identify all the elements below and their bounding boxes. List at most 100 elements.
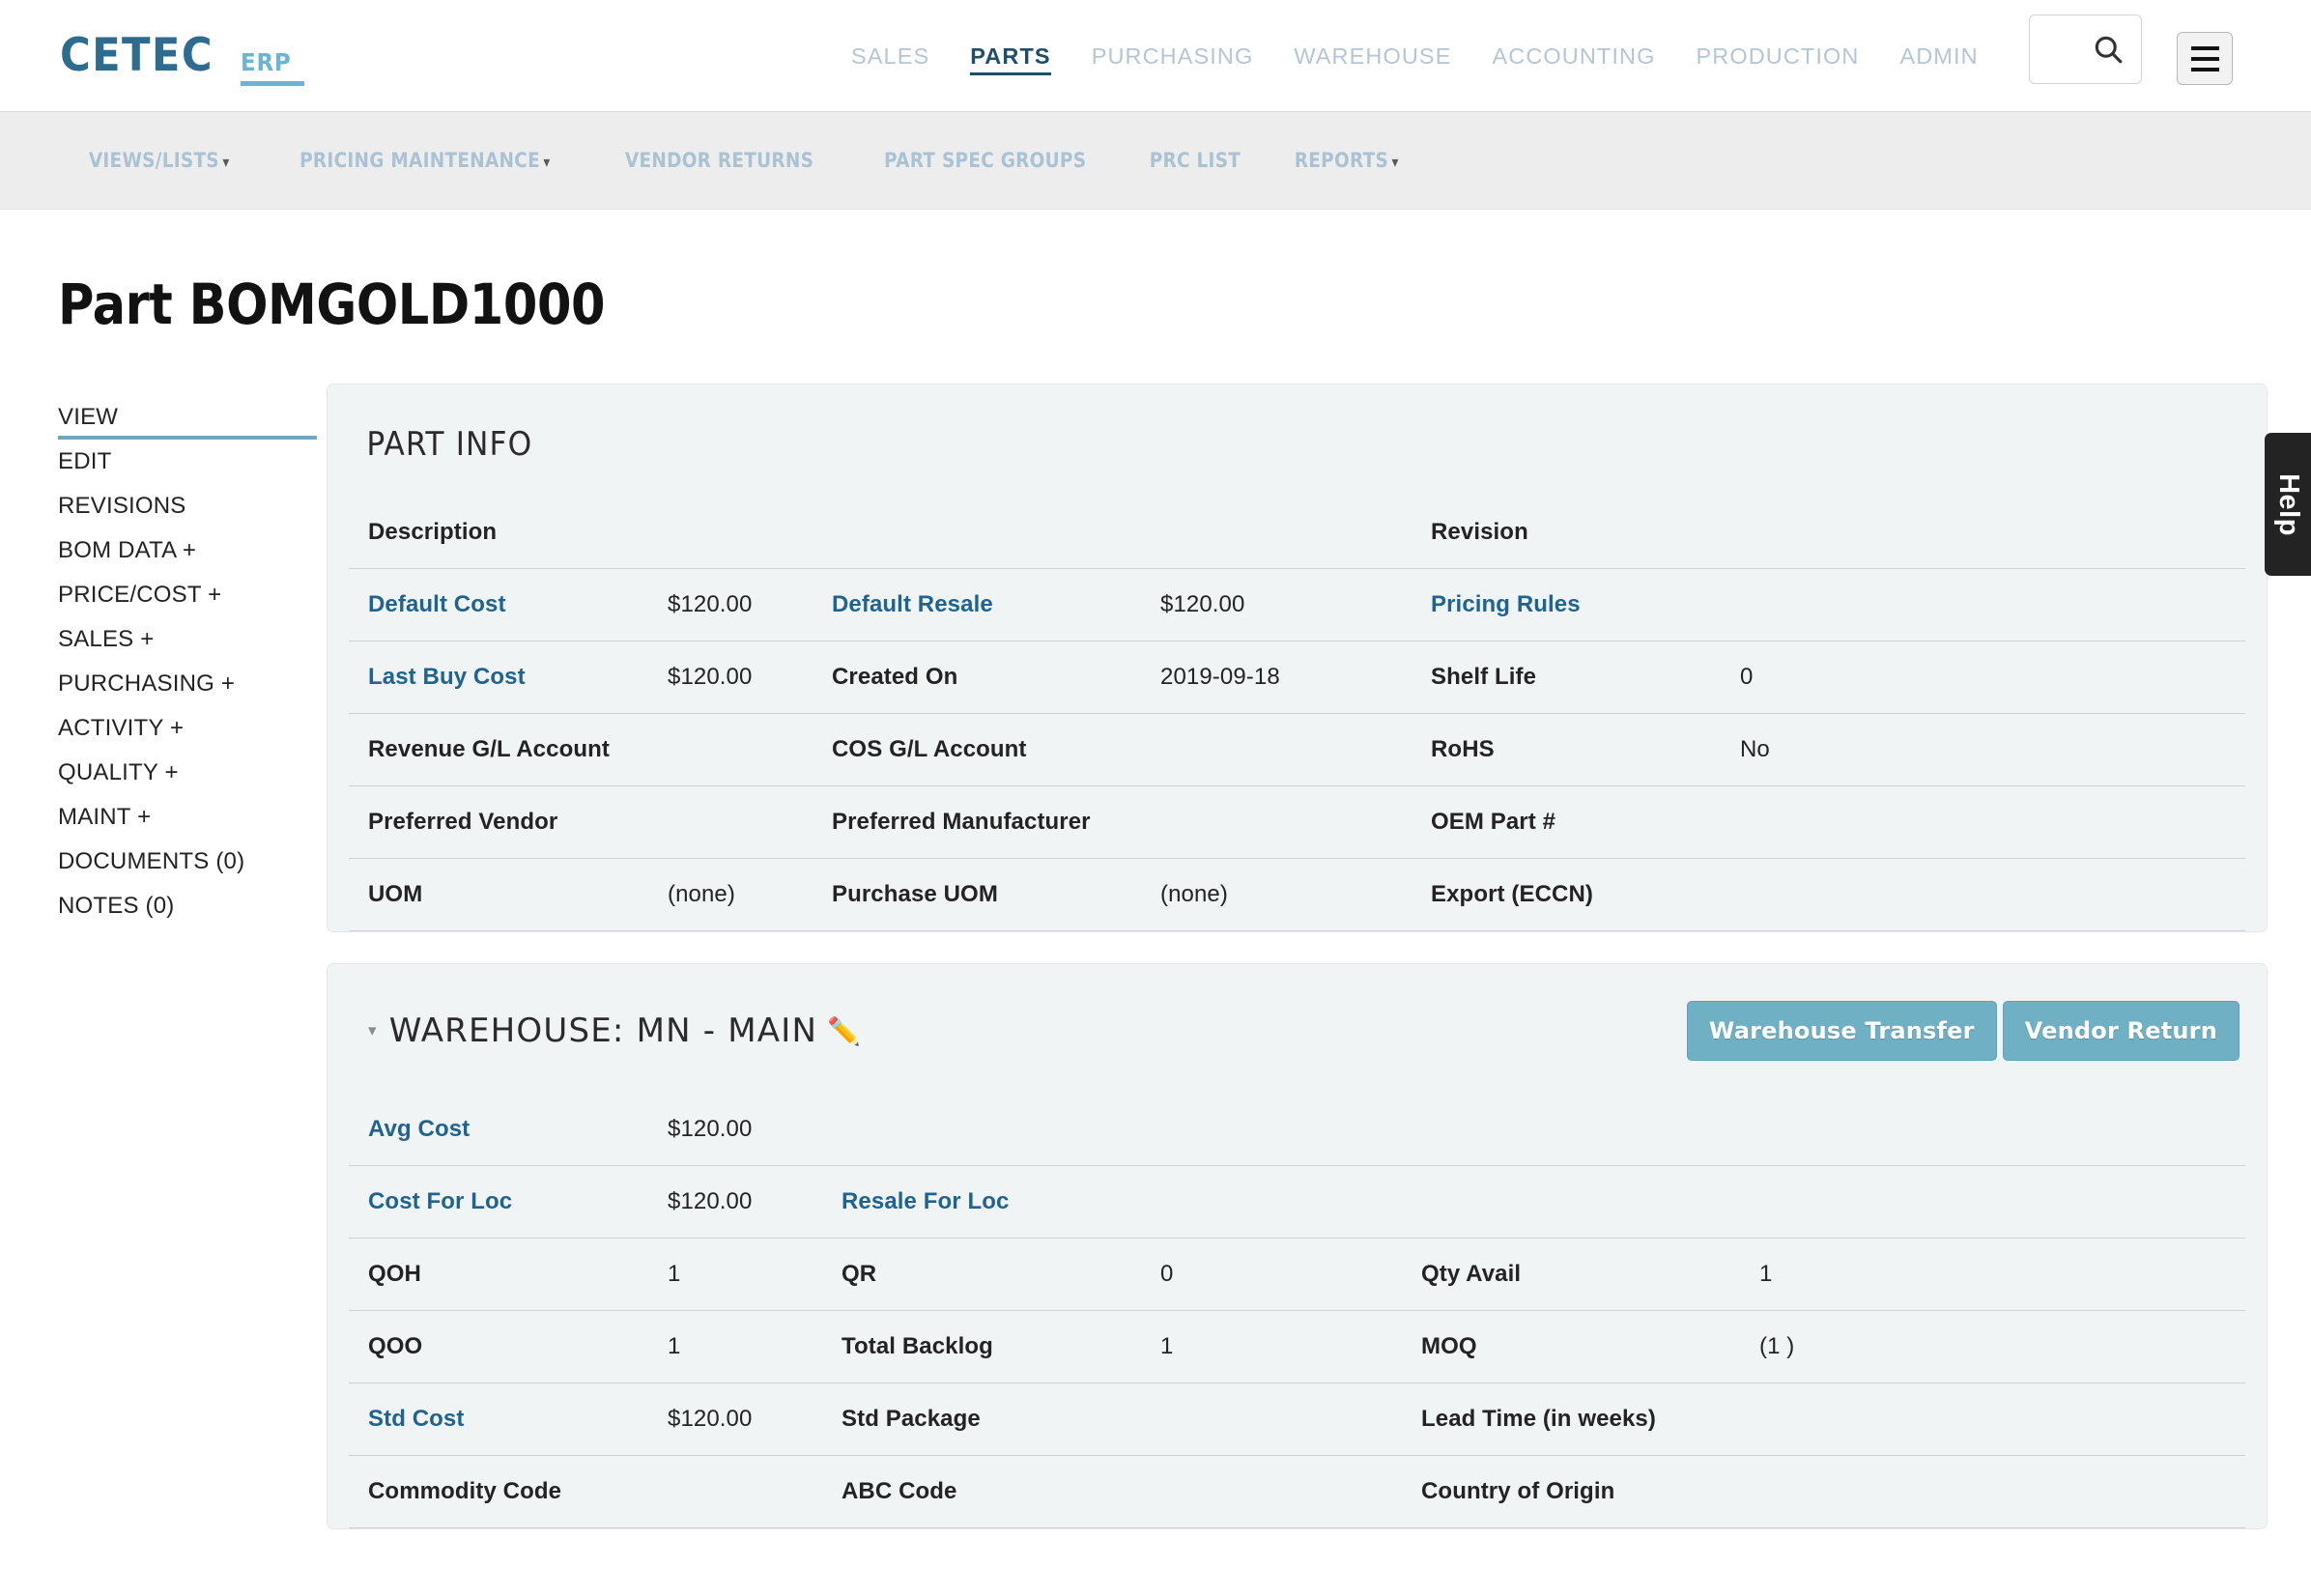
warehouse-header: ▾ WAREHOUSE: MN - MAIN ✏️ Warehouse Tran… <box>349 964 2245 1094</box>
field3-cell: OEM Part # <box>1412 785 1740 859</box>
sidebar-item-purchasing[interactable]: PURCHASING + <box>58 662 280 706</box>
main-nav-item-purchasing[interactable]: PURCHASING <box>1071 0 1274 112</box>
sidebar-item-sales[interactable]: SALES + <box>58 617 280 662</box>
sub-nav-item-label: PART SPEC GROUPS <box>884 148 1087 173</box>
hamburger-icon-bar <box>2190 67 2219 71</box>
field1-link[interactable]: Default Cost <box>368 591 506 617</box>
warehouse-panel: ▾ WAREHOUSE: MN - MAIN ✏️ Warehouse Tran… <box>327 963 2268 1529</box>
main-nav-item-parts[interactable]: PARTS <box>950 0 1070 112</box>
main-nav-item-production[interactable]: PRODUCTION <box>1675 0 1879 112</box>
sub-nav-item-label: REPORTS <box>1295 148 1389 173</box>
field1-cell: Commodity Code <box>349 1455 668 1528</box>
field2-cell: Total Backlog <box>822 1310 1160 1383</box>
field3-cell: Shelf Life <box>1412 641 1740 714</box>
field2-value <box>1160 713 1412 786</box>
field3-label: RoHS <box>1431 736 1495 762</box>
column-header <box>813 497 1160 569</box>
table-row: Default Cost $120.00 Default Resale $120.00… <box>349 568 2245 641</box>
field2-cell: COS G/L Account <box>813 713 1160 786</box>
field3-label: Export (ECCN) <box>1431 881 1593 907</box>
warehouse-table: Avg Cost $120.00 Cost For Loc $120.00 Resale… <box>349 1094 2245 1528</box>
field2-value: 0 <box>1160 1238 1402 1311</box>
sidebar-item-documents-0[interactable]: DOCUMENTS (0) <box>58 840 280 884</box>
field3-link[interactable]: Pricing Rules <box>1431 591 1581 617</box>
sub-nav-item-reports[interactable]: REPORTS ▾ <box>1278 149 1415 173</box>
vendor-return-button[interactable]: Vendor Return <box>2002 1001 2240 1061</box>
field1-label: UOM <box>368 881 423 907</box>
field2-link[interactable]: Default Resale <box>832 591 993 617</box>
page-title: Part BOMGOLD1000 <box>58 271 606 337</box>
warehouse-title[interactable]: ▾ WAREHOUSE: MN - MAIN ✏️ <box>368 1012 862 1050</box>
column-header <box>668 497 813 569</box>
field2-value <box>1160 1455 1402 1528</box>
sidebar-item-activity[interactable]: ACTIVITY + <box>58 706 280 751</box>
field3-value <box>1740 785 2245 859</box>
sidebar-item-maint[interactable]: MAINT + <box>58 795 280 840</box>
sidebar-item-edit[interactable]: EDIT <box>58 440 280 484</box>
field3-value <box>1759 1455 2245 1528</box>
field3-value: 1 <box>1759 1238 2245 1311</box>
pencil-edit-icon[interactable]: ✏️ <box>827 1015 862 1047</box>
part-info-panel: PART INFO Description Revision Default Cos… <box>327 384 2268 932</box>
field1-link[interactable]: Std Cost <box>368 1406 464 1432</box>
field1-link[interactable]: Cost For Loc <box>368 1188 512 1214</box>
field1-value: (none) <box>668 858 813 931</box>
field2-label: QR <box>842 1261 877 1287</box>
table-row: Avg Cost $120.00 <box>349 1094 2245 1166</box>
field3-value <box>1740 858 2245 931</box>
sub-nav-item-label: PRICING MAINTENANCE <box>300 148 541 173</box>
column-header <box>1740 497 2245 569</box>
main-nav-item-accounting[interactable]: ACCOUNTING <box>1471 0 1675 112</box>
sidebar-item-revisions[interactable]: REVISIONS <box>58 484 280 528</box>
sub-nav-item-part-spec-groups[interactable]: PART SPEC GROUPS <box>868 149 1103 173</box>
field2-cell: ABC Code <box>822 1455 1160 1528</box>
help-tab[interactable]: Help <box>2265 433 2311 576</box>
field3-cell: Export (ECCN) <box>1412 858 1740 931</box>
field1-label: Preferred Vendor <box>368 809 558 835</box>
table-row: Commodity Code ABC Code Country of Origin <box>349 1455 2245 1528</box>
sub-nav-item-prc-list[interactable]: PRC LIST <box>1132 149 1257 173</box>
main-nav-item-admin[interactable]: ADMIN <box>1879 0 1998 112</box>
field2-value <box>1160 1382 1402 1456</box>
sidebar-item-quality[interactable]: QUALITY + <box>58 751 280 795</box>
field2-cell: Preferred Manufacturer <box>813 785 1160 859</box>
field3-value <box>1740 568 2245 641</box>
panels-container: PART INFO Description Revision Default Cos… <box>280 384 2311 1560</box>
field3-label: Qty Avail <box>1421 1261 1522 1287</box>
field2-cell: QR <box>822 1238 1160 1311</box>
brand-logo[interactable]: CETEC ERP <box>60 29 304 86</box>
table-row: QOO 1 Total Backlog 1 MOQ (1 ) <box>349 1310 2245 1383</box>
field2-value: (none) <box>1160 858 1412 931</box>
sidebar-item-notes-0[interactable]: NOTES (0) <box>58 884 280 928</box>
warehouse-transfer-button[interactable]: Warehouse Transfer <box>1686 1001 1997 1061</box>
field2-value <box>1160 1094 1402 1166</box>
sub-nav-item-views-lists[interactable]: VIEWS/LISTS ▾ <box>72 149 246 173</box>
brand-suffix: ERP <box>240 48 292 76</box>
field1-link[interactable]: Last Buy Cost <box>368 664 526 690</box>
hamburger-menu-button[interactable] <box>2177 32 2233 85</box>
search-input[interactable] <box>2029 14 2142 84</box>
column-header: Description <box>349 497 668 569</box>
field1-value: $120.00 <box>668 1094 822 1166</box>
field2-label: Total Backlog <box>842 1333 993 1359</box>
chevron-down-icon: ▾ <box>222 152 230 171</box>
sidebar-item-price-cost[interactable]: PRICE/COST + <box>58 573 280 617</box>
sidebar-item-bom-data[interactable]: BOM DATA + <box>58 528 280 573</box>
sidebar-item-view[interactable]: VIEW <box>58 395 317 440</box>
field1-value: 1 <box>668 1238 822 1311</box>
field1-link[interactable]: Avg Cost <box>368 1116 470 1142</box>
main-nav-item-sales[interactable]: SALES <box>831 0 950 112</box>
sub-nav-item-label: PRC LIST <box>1149 148 1241 173</box>
sub-nav-item-vendor-returns[interactable]: VENDOR RETURNS <box>609 149 831 173</box>
warehouse-title-text: WAREHOUSE: MN - MAIN <box>388 1012 818 1050</box>
field1-value: $120.00 <box>668 568 813 641</box>
field3-cell <box>1402 1165 1759 1239</box>
chevron-down-icon[interactable]: ▾ <box>368 1021 378 1040</box>
main-nav-item-warehouse[interactable]: WAREHOUSE <box>1273 0 1471 112</box>
sub-nav-item-pricing-maintenance[interactable]: PRICING MAINTENANCE ▾ <box>283 149 567 173</box>
field2-link[interactable]: Resale For Loc <box>842 1188 1009 1214</box>
field2-cell: Created On <box>813 641 1160 714</box>
table-row: Preferred Vendor Preferred Manufacturer OE… <box>349 785 2245 859</box>
field3-cell: MOQ <box>1402 1310 1759 1383</box>
sub-nav-item-label: VIEWS/LISTS <box>88 148 219 173</box>
